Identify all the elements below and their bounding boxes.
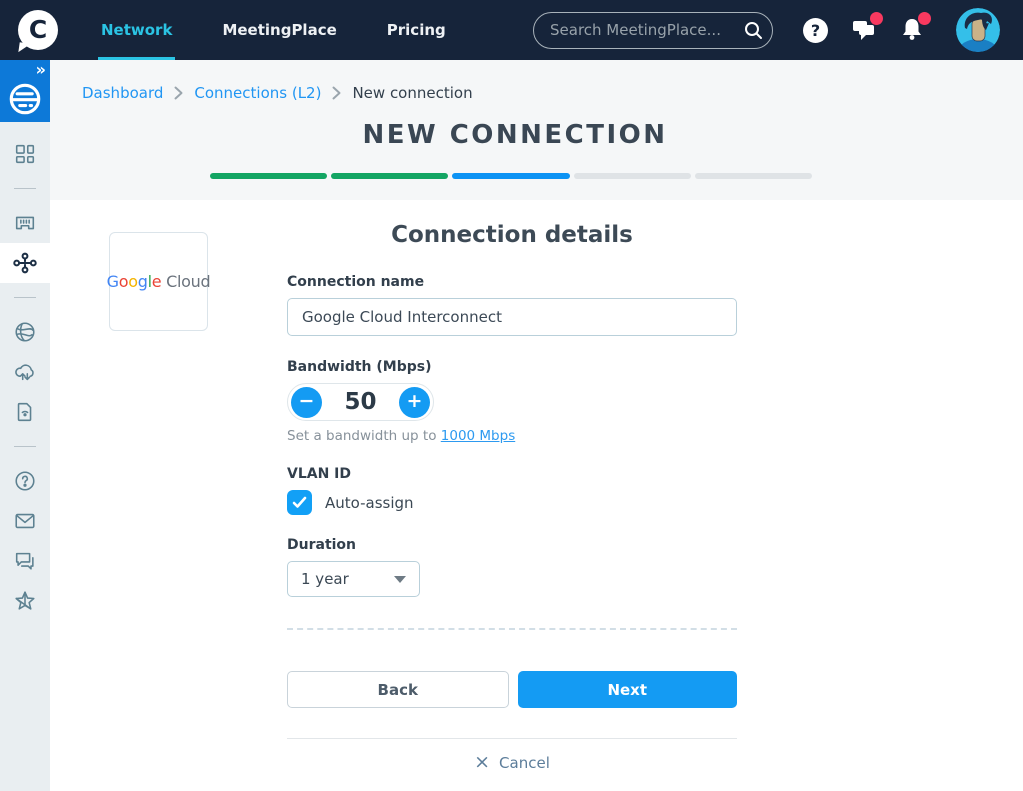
brand-logo[interactable]: C bbox=[18, 0, 58, 60]
dashboard-icon bbox=[15, 144, 35, 164]
bandwidth-stepper: − 50 + bbox=[287, 383, 434, 421]
primary-nav: Network MeetingPlace Pricing bbox=[98, 0, 449, 60]
chevron-right-icon bbox=[332, 86, 341, 100]
help-icon bbox=[15, 471, 35, 491]
duration-label: Duration bbox=[287, 537, 357, 553]
search-icon[interactable] bbox=[744, 21, 763, 40]
sidebar-item-internet[interactable] bbox=[0, 312, 50, 352]
page-title: NEW CONNECTION bbox=[362, 120, 668, 150]
navbar-icon-group: ? bbox=[802, 0, 931, 60]
duration-value: 1 year bbox=[301, 570, 349, 588]
divider bbox=[287, 738, 737, 739]
breadcrumb-link-connections[interactable]: Connections (L2) bbox=[194, 84, 321, 102]
progress-segment-done bbox=[331, 173, 449, 179]
provider-logo-card: Google Cloud bbox=[106, 232, 211, 331]
search-box[interactable] bbox=[533, 11, 773, 49]
sidebar-divider bbox=[14, 297, 36, 298]
sidebar: » bbox=[0, 60, 50, 791]
bandwidth-label: Bandwidth (Mbps) bbox=[287, 359, 432, 375]
progress-segment-todo bbox=[573, 173, 691, 179]
star-icon bbox=[15, 591, 35, 610]
connections-icon bbox=[13, 252, 37, 274]
messages-badge bbox=[870, 11, 883, 25]
google-cloud-logo: Google Cloud bbox=[106, 272, 211, 291]
nav-item-meetingplace[interactable]: MeetingPlace bbox=[219, 0, 339, 60]
bandwidth-max-link[interactable]: 1000 Mbps bbox=[441, 428, 515, 444]
progress-segment-current bbox=[452, 173, 570, 179]
sidebar-item-ports[interactable] bbox=[0, 203, 50, 243]
breadcrumb-link-dashboard[interactable]: Dashboard bbox=[82, 84, 163, 102]
connection-form: Google Cloud Connection details Connecti… bbox=[50, 200, 1023, 772]
bandwidth-value: 50 bbox=[344, 389, 377, 415]
connection-name-input[interactable] bbox=[287, 298, 737, 336]
bandwidth-field: Bandwidth (Mbps) − 50 + Set a bandwidth … bbox=[287, 359, 737, 444]
breadcrumb: Dashboard Connections (L2) New connectio… bbox=[82, 84, 473, 102]
sidebar-logo-tile[interactable]: » bbox=[0, 60, 50, 122]
dashed-divider bbox=[287, 628, 737, 630]
sidebar-item-iot-sim[interactable] bbox=[0, 392, 50, 432]
breadcrumb-current: New connection bbox=[352, 84, 473, 102]
close-icon: × bbox=[474, 750, 491, 773]
page-header-band: Dashboard Connections (L2) New connectio… bbox=[50, 60, 1023, 200]
sidebar-divider bbox=[14, 188, 36, 189]
main-content: Dashboard Connections (L2) New connectio… bbox=[50, 60, 1023, 791]
auto-assign-checkbox[interactable] bbox=[287, 490, 312, 515]
sidebar-item-cloud-exchange[interactable] bbox=[0, 352, 50, 392]
sidebar-item-connections[interactable] bbox=[0, 243, 50, 283]
progress-segment-done bbox=[210, 173, 328, 179]
bandwidth-helper-text: Set a bandwidth up to bbox=[287, 428, 441, 444]
bell-badge bbox=[918, 11, 931, 25]
sidebar-nav bbox=[0, 122, 50, 621]
ports-icon bbox=[15, 216, 35, 230]
bandwidth-helper: Set a bandwidth up to 1000 Mbps bbox=[287, 428, 737, 444]
bandwidth-increase-button[interactable]: + bbox=[398, 386, 430, 418]
mail-icon bbox=[15, 513, 35, 529]
brand-bubble-icon: C bbox=[18, 10, 58, 50]
next-button[interactable]: Next bbox=[517, 671, 737, 708]
connection-name-field: Connection name bbox=[287, 274, 737, 336]
sidebar-item-feedback[interactable] bbox=[0, 541, 50, 581]
duration-select[interactable]: 1 year bbox=[287, 561, 420, 597]
chevron-right-icon bbox=[174, 86, 183, 100]
bell-icon[interactable] bbox=[898, 11, 931, 44]
connection-name-label: Connection name bbox=[287, 274, 425, 290]
progress-segment-todo bbox=[694, 173, 813, 179]
nav-item-network[interactable]: Network bbox=[98, 0, 176, 60]
sidebar-item-whats-new[interactable] bbox=[0, 581, 50, 621]
bandwidth-decrease-button[interactable]: − bbox=[291, 386, 322, 418]
chat-bubbles-icon bbox=[15, 552, 34, 570]
sidebar-divider bbox=[14, 446, 36, 447]
top-navbar: C Network MeetingPlace Pricing ? bbox=[0, 0, 1023, 60]
cancel-button[interactable]: × Cancel bbox=[287, 750, 737, 773]
iot-sim-icon bbox=[17, 402, 32, 422]
help-glyph: ? bbox=[810, 20, 821, 40]
expand-chevrons-icon[interactable]: » bbox=[36, 60, 46, 79]
chevron-down-icon bbox=[394, 575, 406, 583]
auto-assign-label: Auto-assign bbox=[325, 493, 414, 512]
back-button[interactable]: Back bbox=[287, 671, 509, 708]
vlan-field: VLAN ID Auto-assign bbox=[287, 466, 737, 515]
internet-globe-icon bbox=[15, 322, 35, 342]
sidebar-item-dashboard[interactable] bbox=[0, 134, 50, 174]
messages-icon[interactable] bbox=[850, 11, 883, 44]
cancel-label: Cancel bbox=[499, 754, 550, 772]
user-avatar[interactable] bbox=[956, 8, 1000, 52]
progress-bar bbox=[210, 173, 813, 179]
check-icon bbox=[292, 496, 307, 508]
help-icon[interactable]: ? bbox=[802, 17, 829, 44]
network-logo-icon bbox=[9, 83, 41, 115]
sidebar-item-contact[interactable] bbox=[0, 501, 50, 541]
form-heading: Connection details bbox=[391, 222, 633, 248]
cloud-exchange-icon bbox=[15, 364, 34, 381]
sidebar-item-help[interactable] bbox=[0, 461, 50, 501]
vlan-label: VLAN ID bbox=[287, 466, 352, 482]
duration-field: Duration 1 year bbox=[287, 537, 737, 597]
search-input[interactable] bbox=[550, 21, 744, 39]
brand-letter: C bbox=[28, 14, 48, 44]
nav-item-pricing[interactable]: Pricing bbox=[384, 0, 449, 60]
